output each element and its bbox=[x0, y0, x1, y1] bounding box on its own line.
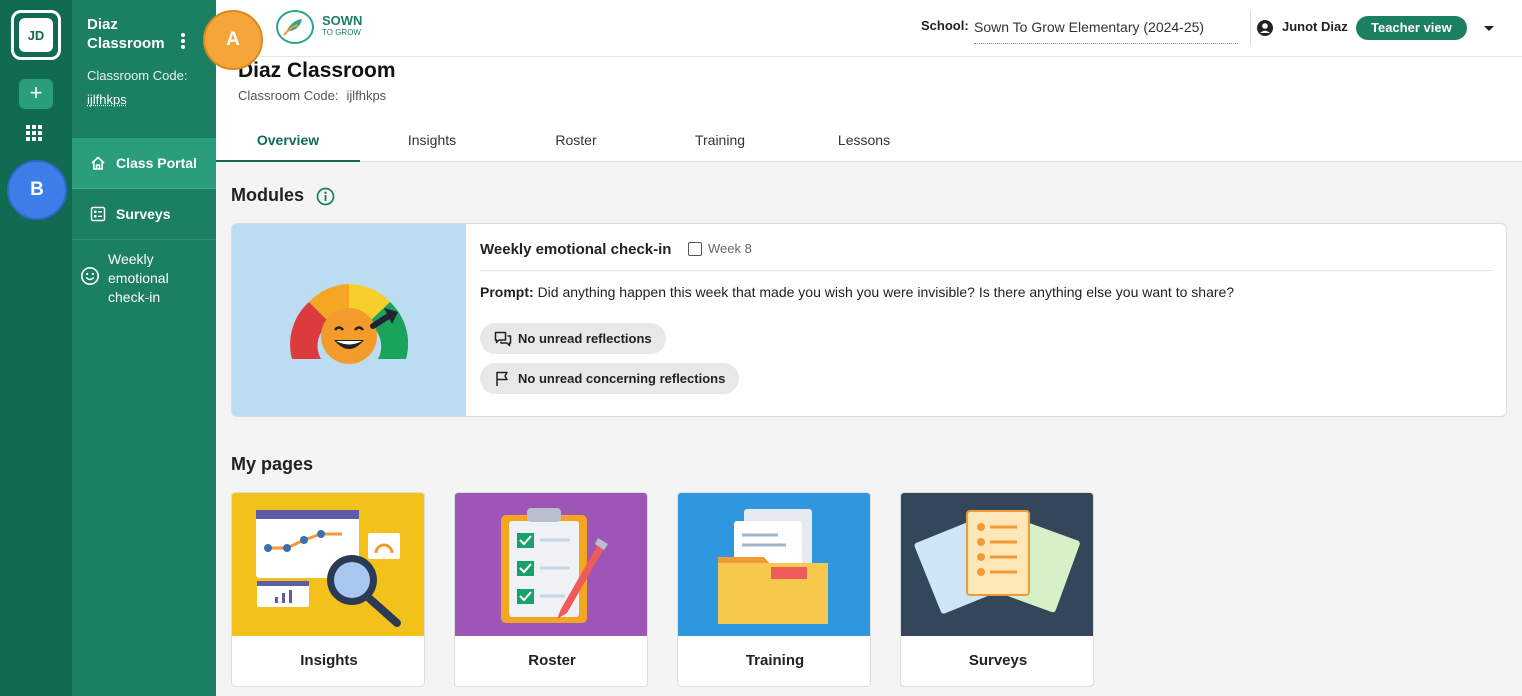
add-class-button[interactable]: + bbox=[19, 79, 53, 109]
tab-lessons[interactable]: Lessons bbox=[792, 125, 936, 162]
training-illustration bbox=[678, 493, 870, 636]
my-pages-heading: My pages bbox=[231, 454, 314, 474]
module-divider bbox=[480, 270, 1492, 271]
page-card-label: Insights bbox=[300, 652, 358, 669]
module-title: Weekly emotional check-in bbox=[480, 241, 672, 258]
sidebar-class-title: Diaz Classroom bbox=[87, 16, 165, 52]
page-card-label: Roster bbox=[528, 652, 576, 669]
module-body: Weekly emotional check-in Week 8 Prompt:… bbox=[466, 224, 1506, 416]
page-card-label: Surveys bbox=[968, 652, 1028, 669]
insights-illustration bbox=[232, 493, 424, 636]
app-rail: JD + bbox=[0, 0, 72, 696]
sidebar-item-label: Class Portal bbox=[116, 155, 197, 171]
prompt-label: Prompt: bbox=[480, 284, 534, 300]
account-icon bbox=[1256, 19, 1274, 37]
chip-label: No unread concerning reflections bbox=[518, 371, 726, 386]
marker-a: A bbox=[203, 10, 263, 70]
page-card-label: Training bbox=[745, 652, 805, 669]
home-icon bbox=[89, 154, 107, 172]
teacher-view-toggle[interactable]: Teacher view bbox=[1356, 16, 1467, 40]
sown-to-grow-logo[interactable]: SOWN TO GROW bbox=[276, 10, 362, 44]
chip-label: No unread reflections bbox=[518, 331, 652, 346]
school-label: School: bbox=[921, 18, 969, 33]
concerning-reflections-chip[interactable]: No unread concerning reflections bbox=[480, 363, 740, 394]
page-code-value: ijlfhkps bbox=[346, 88, 387, 103]
page-tabs: Overview Insights Roster Training Lesson… bbox=[216, 125, 936, 162]
survey-icon bbox=[89, 205, 107, 223]
page-card-training[interactable]: Training bbox=[677, 492, 871, 687]
mood-gauge-illustration bbox=[232, 224, 466, 416]
logo-line2: TO GROW bbox=[322, 28, 361, 37]
school-select[interactable]: Sown To Grow Elementary (2024-25) bbox=[974, 14, 1238, 44]
flag-icon bbox=[494, 371, 512, 387]
sidebar-item-label: Weekly emotional check-in bbox=[108, 251, 169, 305]
page-code-label: Classroom Code: bbox=[238, 88, 339, 103]
logo-text: SOWN TO GROW bbox=[322, 13, 363, 39]
page-card-insights[interactable]: Insights bbox=[231, 492, 425, 687]
sidebar-nav: Class Portal Surveys Weekly emotional ch… bbox=[72, 138, 216, 307]
sidebar-item-weekly-checkin[interactable]: Weekly emotional check-in bbox=[72, 240, 216, 307]
page-classroom-code: Classroom Code: ijlfhkps bbox=[238, 88, 386, 103]
chat-bubbles-icon bbox=[494, 331, 512, 347]
tab-roster[interactable]: Roster bbox=[504, 125, 648, 162]
sidebar-class-code[interactable]: ijlfhkps bbox=[87, 92, 127, 107]
class-sidebar: Diaz Classroom Classroom Code: ijlfhkps … bbox=[72, 0, 216, 696]
sidebar-item-surveys[interactable]: Surveys bbox=[72, 189, 216, 240]
page-title: Diaz Classroom bbox=[238, 59, 396, 82]
tab-insights[interactable]: Insights bbox=[360, 125, 504, 162]
tab-training[interactable]: Training bbox=[648, 125, 792, 162]
logo-line1: SOWN bbox=[322, 13, 363, 28]
avatar-initials: JD bbox=[19, 18, 53, 52]
roster-illustration bbox=[455, 493, 647, 636]
header-divider bbox=[1250, 10, 1251, 46]
logo-leaf-icon bbox=[276, 10, 314, 44]
module-prompt: Prompt: Did anything happen this week th… bbox=[480, 284, 1234, 300]
user-name[interactable]: Junot Diaz bbox=[1282, 19, 1348, 34]
surveys-illustration bbox=[901, 493, 1093, 636]
apps-grid-icon[interactable] bbox=[26, 125, 44, 141]
prompt-text: Did anything happen this week that made … bbox=[537, 284, 1235, 300]
calendar-icon bbox=[688, 241, 702, 256]
page-card-roster[interactable]: Roster bbox=[454, 492, 648, 687]
sidebar-item-class-portal[interactable]: Class Portal bbox=[72, 138, 216, 189]
more-options-icon[interactable] bbox=[180, 33, 186, 49]
sidebar-item-label: Surveys bbox=[116, 206, 171, 222]
marker-b: B bbox=[7, 160, 67, 220]
module-card-weekly-checkin[interactable]: Weekly emotional check-in Week 8 Prompt:… bbox=[231, 223, 1507, 417]
tab-overview[interactable]: Overview bbox=[216, 125, 360, 162]
module-week: Week 8 bbox=[688, 241, 752, 256]
sidebar-code-label: Classroom Code: bbox=[87, 68, 188, 83]
page-header: Diaz Classroom Classroom Code: ijlfhkps O… bbox=[216, 57, 1522, 162]
smiley-icon bbox=[80, 266, 100, 286]
info-icon[interactable] bbox=[316, 187, 335, 206]
module-week-label: Week 8 bbox=[708, 241, 752, 256]
page-card-surveys[interactable]: Surveys bbox=[900, 492, 1094, 687]
modules-heading: Modules bbox=[231, 185, 305, 205]
top-header: SOWN TO GROW School: Sown To Grow Elemen… bbox=[216, 0, 1522, 57]
unread-reflections-chip[interactable]: No unread reflections bbox=[480, 323, 666, 354]
user-avatar-button[interactable]: JD bbox=[11, 10, 61, 60]
chevron-down-icon[interactable] bbox=[1484, 26, 1494, 31]
